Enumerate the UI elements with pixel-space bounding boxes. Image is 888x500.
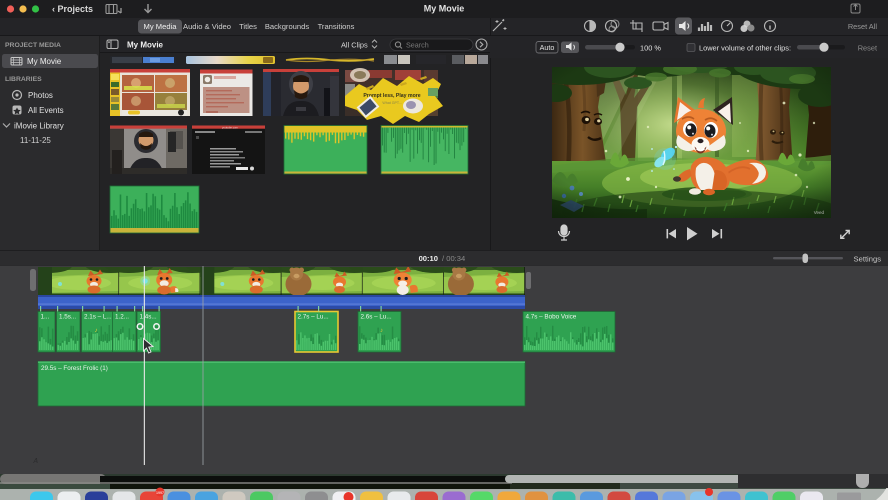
svg-text:♪: ♪ bbox=[380, 328, 383, 334]
svg-text:♪: ♪ bbox=[95, 328, 98, 334]
svg-text:Search: Search bbox=[406, 41, 429, 50]
svg-text:My Media: My Media bbox=[144, 22, 178, 31]
svg-text:2.1s – L...: 2.1s – L... bbox=[84, 314, 112, 321]
svg-text:What GPT...: What GPT... bbox=[382, 101, 401, 105]
svg-text:1.4s...: 1.4s... bbox=[140, 314, 157, 321]
svg-text:iMovie Library: iMovie Library bbox=[14, 122, 64, 131]
svg-text:1...: 1... bbox=[41, 314, 50, 321]
svg-text:Lower volume of other clips:: Lower volume of other clips: bbox=[699, 44, 791, 53]
svg-text:1.5s...: 1.5s... bbox=[59, 314, 76, 321]
svg-text:𝐴: 𝐴 bbox=[33, 457, 38, 465]
svg-text:Auto: Auto bbox=[540, 43, 555, 52]
svg-text:Backgrounds: Backgrounds bbox=[265, 22, 310, 31]
svg-text:/ 00:34: / 00:34 bbox=[442, 254, 465, 263]
svg-text:Veed: Veed bbox=[814, 210, 825, 215]
svg-text:My Movie: My Movie bbox=[127, 41, 164, 50]
svg-text:1.2...: 1.2... bbox=[115, 314, 129, 321]
svg-text:All Events: All Events bbox=[28, 106, 64, 115]
svg-text:My Movie: My Movie bbox=[424, 4, 465, 14]
svg-text:Settings: Settings bbox=[854, 255, 882, 264]
svg-text:1997: 1997 bbox=[156, 491, 164, 495]
svg-text:Reset: Reset bbox=[858, 44, 877, 53]
svg-text:‹ Projects: ‹ Projects bbox=[52, 4, 93, 14]
svg-text:Titles: Titles bbox=[239, 22, 257, 31]
svg-text:LIBRARIES: LIBRARIES bbox=[5, 76, 42, 83]
svg-text:Audio & Video: Audio & Video bbox=[183, 22, 231, 31]
svg-text:youtube.com: youtube.com bbox=[222, 125, 239, 129]
svg-text:2.6s – Lu...: 2.6s – Lu... bbox=[361, 314, 392, 321]
svg-text:PROJECT MEDIA: PROJECT MEDIA bbox=[5, 42, 61, 49]
svg-text:11-11-25: 11-11-25 bbox=[20, 136, 51, 145]
svg-text:My Movie: My Movie bbox=[27, 57, 62, 66]
svg-text:Transitions: Transitions bbox=[318, 22, 355, 31]
svg-text:Photos: Photos bbox=[28, 91, 53, 100]
svg-text:2.7s – Lu...: 2.7s – Lu... bbox=[298, 314, 329, 321]
svg-text:All Clips: All Clips bbox=[341, 41, 368, 50]
svg-text:29.5s – Forest Frolic (1): 29.5s – Forest Frolic (1) bbox=[41, 365, 108, 372]
svg-text:00:10: 00:10 bbox=[419, 254, 438, 263]
svg-text:4.7s – Bobo Voice: 4.7s – Bobo Voice bbox=[526, 314, 577, 321]
svg-text:100 %: 100 % bbox=[640, 44, 661, 53]
svg-text:Reset All: Reset All bbox=[848, 22, 878, 31]
